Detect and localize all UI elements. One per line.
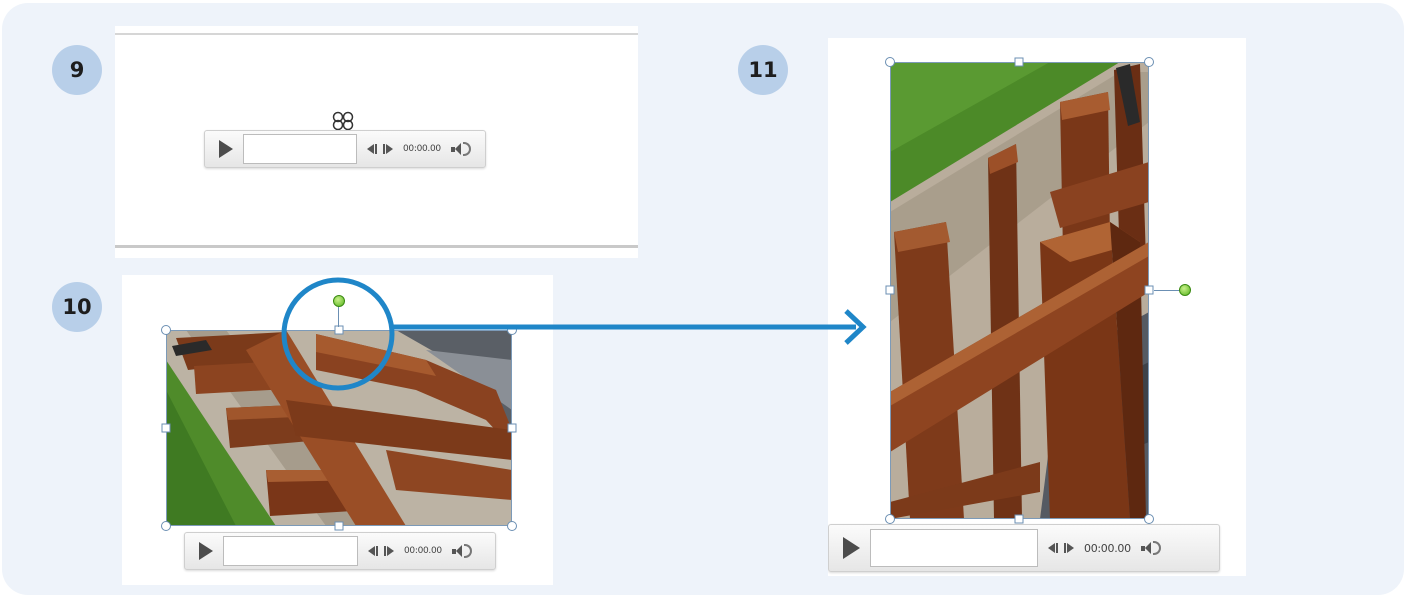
right-arrow-icon [392,309,867,345]
annotation-overlay [281,277,867,391]
highlight-circle [281,277,395,391]
